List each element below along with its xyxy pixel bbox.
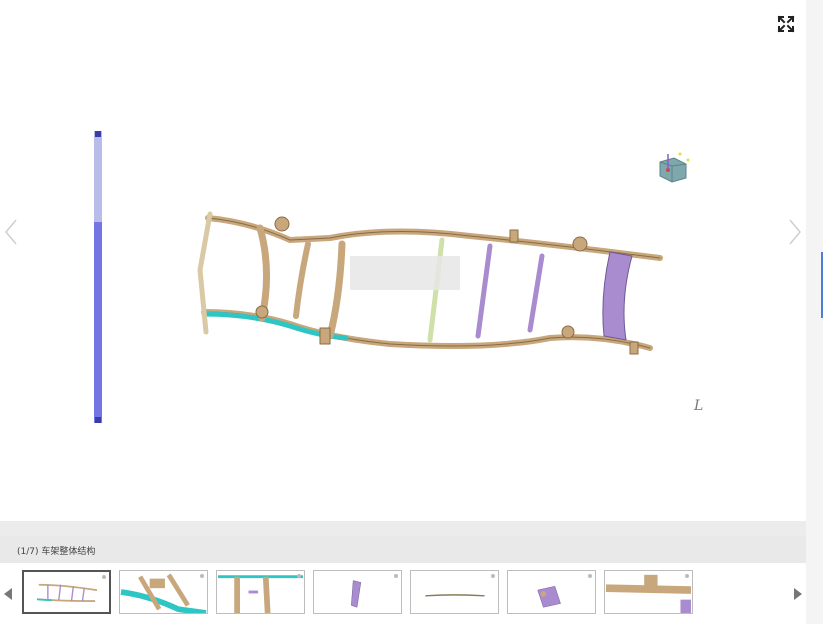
crossmember-2: [293, 241, 311, 319]
crossmember-5: [475, 243, 493, 339]
zoom-slider[interactable]: [94, 131, 102, 423]
orientation-cube[interactable]: [654, 148, 694, 188]
expand-icon: [777, 15, 795, 33]
thumbnail-marker: [297, 574, 301, 578]
prev-view-button[interactable]: [2, 218, 20, 246]
thumbnail-2[interactable]: [119, 570, 208, 614]
zoom-slider-bottom-cap[interactable]: [95, 417, 101, 423]
thumbnail-prev-button[interactable]: [3, 586, 13, 600]
thumbnail-marker: [685, 574, 689, 578]
zoom-slider-fill: [94, 221, 102, 423]
zoom-slider-top-cap[interactable]: [95, 131, 101, 137]
triangle-left-icon: [4, 588, 12, 600]
thumbnail-3[interactable]: [216, 570, 305, 614]
view-caption: (1/7) 车架整体结构: [17, 547, 96, 557]
thumbnail-marker: [588, 574, 592, 578]
thumbnail-6[interactable]: [507, 570, 596, 614]
next-view-button[interactable]: [786, 218, 804, 246]
chassis-frame-model[interactable]: [190, 200, 670, 370]
triangle-right-icon: [794, 588, 802, 600]
right-scroll-strip: [806, 0, 823, 624]
fullscreen-button[interactable]: [776, 14, 796, 34]
crossmember-6: [527, 253, 545, 333]
thumbnail-7[interactable]: [604, 570, 693, 614]
thumbnail-4[interactable]: [313, 570, 402, 614]
thumbnail-next-button[interactable]: [793, 586, 803, 600]
crossmember-3: [326, 240, 346, 340]
chevron-right-icon: [789, 219, 801, 245]
thumbnail-marker: [200, 574, 204, 578]
chevron-left-icon: [5, 219, 17, 245]
thumbnail-marker: [394, 574, 398, 578]
caption-bar: [0, 536, 806, 563]
thumbnail-1[interactable]: [22, 570, 111, 614]
thumbnail-marker: [102, 575, 106, 579]
crossmember-1: [256, 224, 270, 322]
thumbnail-5[interactable]: [410, 570, 499, 614]
frame-rail-lower: [201, 309, 653, 351]
thumbnail-marker: [491, 574, 495, 578]
rear-crossmember-plate: [602, 251, 633, 341]
axis-indicator: L: [694, 398, 704, 414]
view-cube-icon: [659, 152, 690, 183]
